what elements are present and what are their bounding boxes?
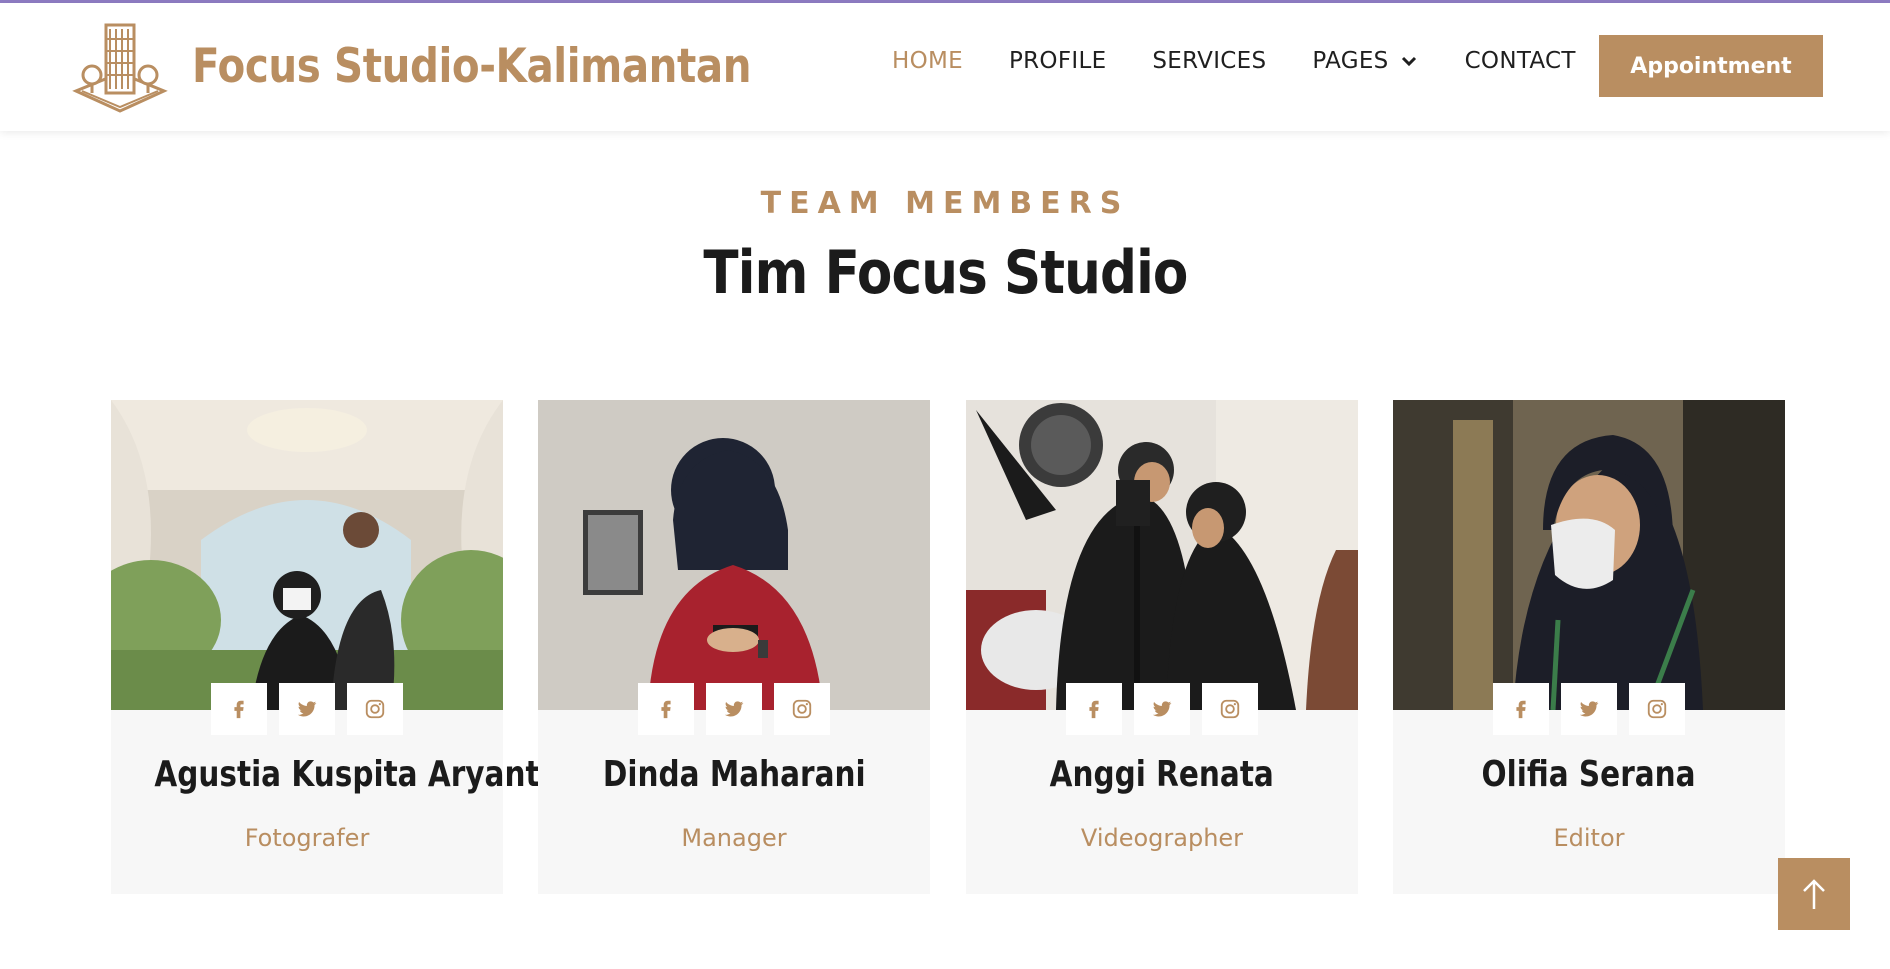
nav-item-pages-label: PAGES <box>1312 48 1389 74</box>
member-role: Fotografer <box>244 824 370 852</box>
chevron-down-icon <box>1401 56 1416 67</box>
twitter-icon <box>1579 701 1599 717</box>
member-name-text: Anggi Renata <box>1049 754 1275 795</box>
instagram-link[interactable] <box>1202 683 1258 735</box>
team-card: Anggi Renata Videographer <box>966 400 1358 894</box>
member-name-text: Dinda Maharani <box>602 754 866 795</box>
instagram-link[interactable] <box>347 683 403 735</box>
facebook-icon <box>661 700 671 719</box>
member-name-text: Agustia Kuspita Aryanti <box>154 754 550 795</box>
building-logo-icon <box>72 23 168 113</box>
instagram-icon <box>792 699 812 719</box>
team-member-photo <box>966 400 1358 710</box>
team-card: Dinda Maharani Manager <box>538 400 930 894</box>
twitter-link[interactable] <box>706 683 762 735</box>
twitter-link[interactable] <box>279 683 335 735</box>
member-name: Anggi Renata <box>966 754 1358 795</box>
team-member-photo <box>1393 400 1785 710</box>
brand[interactable]: Focus Studio-Kalimantan <box>70 19 842 114</box>
facebook-link[interactable] <box>638 683 694 735</box>
facebook-icon <box>1089 700 1099 719</box>
twitter-icon <box>297 701 317 717</box>
member-name: Agustia Kuspita Aryanti <box>111 754 549 795</box>
brand-name: Focus Studio-Kalimantan <box>192 39 752 94</box>
facebook-icon <box>1516 700 1526 719</box>
navbar: Focus Studio-Kalimantan HOME PROFILE SER… <box>0 3 1890 131</box>
team-member-photo <box>538 400 930 710</box>
instagram-icon <box>1647 699 1667 719</box>
instagram-icon <box>365 699 385 719</box>
section-title-text: Tim Focus Studio <box>702 238 1188 308</box>
team-card: Agustia Kuspita Aryanti Fotografer <box>111 400 550 894</box>
section-subtitle: TEAM MEMBERS <box>760 186 1130 221</box>
social-links <box>1393 683 1785 735</box>
section-title: Tim Focus Studio <box>0 238 1890 308</box>
member-name-text: Olifia Serana <box>1481 754 1697 795</box>
nav-item-services[interactable]: SERVICES <box>1152 48 1266 74</box>
instagram-link[interactable] <box>1629 683 1685 735</box>
appointment-button[interactable]: Appointment <box>1599 35 1823 97</box>
instagram-icon <box>1220 699 1240 719</box>
social-links <box>538 683 930 735</box>
team-card: Olifia Serana Editor <box>1393 400 1785 894</box>
twitter-link[interactable] <box>1561 683 1617 735</box>
social-links <box>111 683 503 735</box>
facebook-icon <box>234 700 244 719</box>
nav-item-home[interactable]: HOME <box>892 48 963 74</box>
twitter-icon <box>724 701 744 717</box>
arrow-up-icon <box>1803 879 1825 909</box>
nav-item-contact[interactable]: CONTACT <box>1465 48 1576 74</box>
main-nav: HOME PROFILE SERVICES PAGES CONTACT <box>892 48 1622 74</box>
team-grid: Agustia Kuspita Aryanti Fotografer Dinda… <box>0 400 1890 900</box>
facebook-link[interactable] <box>1066 683 1122 735</box>
member-role: Videographer <box>1080 824 1244 852</box>
member-name: Olifia Serana <box>1393 754 1785 795</box>
nav-item-profile[interactable]: PROFILE <box>1009 48 1106 74</box>
scroll-to-top-button[interactable] <box>1778 858 1850 930</box>
twitter-icon <box>1152 701 1172 717</box>
member-name: Dinda Maharani <box>538 754 930 795</box>
team-member-photo <box>111 400 503 710</box>
member-role: Manager <box>681 824 787 852</box>
twitter-link[interactable] <box>1134 683 1190 735</box>
facebook-link[interactable] <box>1493 683 1549 735</box>
member-role: Editor <box>1553 824 1625 852</box>
nav-item-pages[interactable]: PAGES <box>1312 48 1418 74</box>
facebook-link[interactable] <box>211 683 267 735</box>
instagram-link[interactable] <box>774 683 830 735</box>
social-links <box>966 683 1358 735</box>
